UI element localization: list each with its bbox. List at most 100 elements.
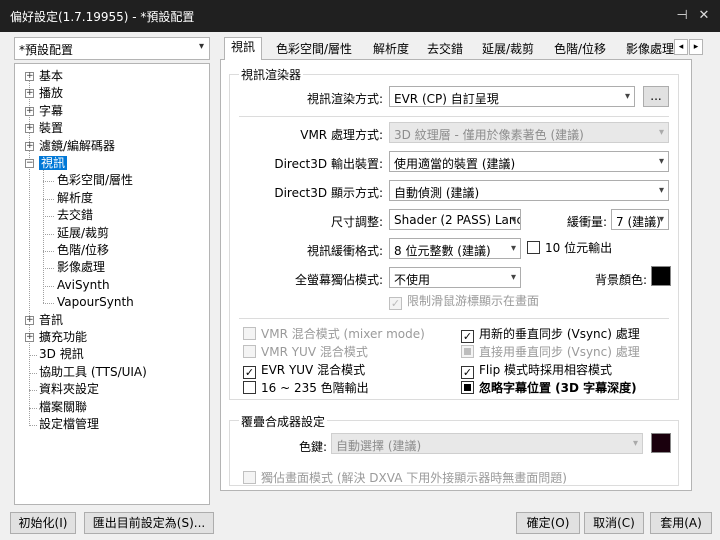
expand-icon[interactable]: + xyxy=(25,333,34,342)
tree-item[interactable]: AviSynth xyxy=(57,277,110,294)
checkbox-box: ✓ xyxy=(461,330,474,343)
vmr-yuv-mixer-checkbox: VMR YUV 混合模式 xyxy=(243,345,368,361)
levels-16-235-checkbox[interactable]: 16 ~ 235 色階輸出 xyxy=(243,381,369,397)
checkbox-box xyxy=(243,345,256,358)
apply-button[interactable]: 套用(A) xyxy=(650,512,712,534)
d3d-mode-select[interactable]: 自動偵測 (建議) ▾ xyxy=(389,180,669,201)
expand-icon[interactable]: + xyxy=(25,72,34,81)
tree-guide xyxy=(43,169,44,304)
tree-connector xyxy=(43,268,54,270)
tree-item[interactable]: 音訊 xyxy=(39,312,63,329)
tree-item[interactable]: 濾鏡/編解碼器 xyxy=(39,138,115,155)
expand-icon[interactable]: + xyxy=(25,315,34,325)
chevron-down-icon: ▾ xyxy=(658,156,664,167)
checkbox-box xyxy=(243,471,256,484)
reset-button[interactable]: 初始化(I) xyxy=(10,512,76,534)
tab-levels-shift[interactable]: 色階/位移 xyxy=(548,40,612,59)
chevron-down-icon: ▾ xyxy=(624,91,630,102)
tree-item[interactable]: 色階/位移 xyxy=(57,242,109,259)
overlay-group-title: 覆疊合成器設定 xyxy=(239,413,328,430)
tree-item-label: 濾鏡/編解碼器 xyxy=(39,138,116,153)
surface-format-select[interactable]: 8 位元整數 (建議) ▾ xyxy=(389,238,521,259)
tab-video[interactable]: 視訊 xyxy=(224,37,263,60)
window-title: 偏好設定(1.7.19955) - *預設配置 xyxy=(10,10,195,24)
tree-connector xyxy=(43,216,54,218)
new-vsync-checkbox[interactable]: ✓ 用新的垂直同步 (Vsync) 處理 xyxy=(461,327,640,343)
render-method-select[interactable]: EVR (CP) 自訂呈現 ▾ xyxy=(389,86,635,107)
tree-item[interactable]: 協助工具 (TTS/UIA) xyxy=(39,364,147,381)
tree-connector xyxy=(43,285,54,287)
tree-item[interactable]: 解析度 xyxy=(57,190,93,207)
d3d-mode-label: Direct3D 顯示方式: xyxy=(274,186,383,200)
preset-dropdown[interactable]: *預設配置 ▾ xyxy=(14,37,210,60)
tree-item[interactable]: 延展/裁剪 xyxy=(57,225,109,242)
tab-deinterlace[interactable]: 去交錯 xyxy=(421,40,469,59)
renderer-settings-button[interactable]: ... xyxy=(643,86,669,107)
tree-item-label: 3D 視訊 xyxy=(39,347,84,362)
export-settings-button[interactable]: 匯出目前設定為(S)... xyxy=(84,512,214,534)
tree-item-label: 檔案關聯 xyxy=(39,399,88,414)
tree-item[interactable]: VapourSynth xyxy=(57,294,134,311)
ignore-subtitle-position-checkbox[interactable]: 忽略字幕位置 (3D 字幕深度) xyxy=(461,381,637,397)
settings-tree[interactable]: 基本 + 播放 + 字幕 + 裝置 + 濾鏡/編解碼器 + 視訊 − 色彩空間/層性 解析度去交錯 延展/裁… xyxy=(14,63,210,505)
tree-item[interactable]: 播放 xyxy=(39,85,63,102)
tree-item[interactable]: 擴充功能 xyxy=(39,329,87,346)
tree-item-label: 解析度 xyxy=(57,190,94,205)
expand-icon[interactable]: + xyxy=(25,89,34,99)
flip-compat-checkbox[interactable]: ✓ Flip 模式時採用相容模式 xyxy=(461,363,612,379)
tree-item[interactable]: 視訊 xyxy=(39,155,68,172)
resize-select[interactable]: Shader (2 PASS) Lanczos▾ xyxy=(389,209,521,230)
tree-connector xyxy=(29,425,37,426)
tree-item-label: AviSynth xyxy=(57,277,110,292)
tree-connector xyxy=(43,198,54,200)
background-color-swatch[interactable] xyxy=(651,266,671,286)
exclusive-screen-checkbox: 獨佔畫面模式 (解決 DXVA 下用外接顯示器時無畫面問題) xyxy=(243,471,567,487)
tree-item[interactable]: 設定檔管理 xyxy=(39,416,99,433)
d3d-device-select[interactable]: 使用適當的裝置 (建議) ▾ xyxy=(389,151,669,172)
close-icon[interactable]: ✕ xyxy=(694,6,714,26)
tab-colorspace[interactable]: 色彩空間/層性 xyxy=(270,40,358,59)
tree-item[interactable]: 色彩空間/層性 xyxy=(57,172,133,189)
expand-icon[interactable]: + xyxy=(25,106,34,116)
tree-item-label: 色階/位移 xyxy=(57,243,110,257)
expand-icon[interactable]: + xyxy=(25,124,34,134)
tree-item[interactable]: 去交錯 xyxy=(57,207,93,224)
pin-icon[interactable]: ⊣ xyxy=(672,6,692,26)
separator xyxy=(239,318,669,319)
expand-icon[interactable]: + xyxy=(25,141,34,151)
color-key-swatch[interactable] xyxy=(651,433,671,453)
tree-connector xyxy=(29,407,37,409)
tree-connector xyxy=(29,372,37,374)
fullscreen-exclusive-select[interactable]: 不使用 ▾ xyxy=(389,267,521,288)
vmr-mode-select: 3D 紋理層 - 僅用於像素著色 (建議) ▾ xyxy=(389,122,669,143)
tab-resolution[interactable]: 解析度 xyxy=(367,40,415,59)
evr-yuv-mixer-checkbox[interactable]: ✓ EVR YUV 混合模式 xyxy=(243,363,365,379)
checkbox-box: ✓ xyxy=(389,297,402,310)
ten-bit-output-checkbox[interactable]: 10 位元輸出 xyxy=(527,241,612,257)
title-bar: 偏好設定(1.7.19955) - *預設配置 ⊣ ✕ xyxy=(0,0,720,32)
collapse-icon[interactable]: − xyxy=(25,159,34,168)
video-tab-panel: 視訊渲染器 視訊渲染方式: EVR (CP) 自訂呈現 ▾ ... VMR 處理方… xyxy=(220,59,692,491)
separator xyxy=(239,116,669,117)
tree-item[interactable]: 影像處理 xyxy=(57,259,105,276)
tree-item[interactable]: 字幕 xyxy=(39,103,63,120)
surface-format-label: 視訊緩衝格式: xyxy=(306,244,383,258)
tree-item[interactable]: 3D 視訊 xyxy=(39,346,84,363)
buffer-select[interactable]: 7 (建議) ▾ xyxy=(611,209,669,230)
direct-vsync-checkbox: 直接用垂直同步 (Vsync) 處理 xyxy=(461,345,640,361)
tree-item[interactable]: 裝置 xyxy=(39,120,63,137)
tab-scroll-left-icon[interactable]: ◂ xyxy=(674,39,688,55)
tree-item[interactable]: 基本 xyxy=(39,68,63,85)
cancel-button[interactable]: 取消(C) xyxy=(584,512,644,534)
ok-button[interactable]: 確定(O) xyxy=(516,512,580,534)
checkbox-box xyxy=(243,327,256,340)
tab-image-processing[interactable]: 影像處理 xyxy=(620,40,680,59)
tab-stretch-crop[interactable]: 延展/裁剪 xyxy=(476,40,540,59)
tree-item-label: 裝置 xyxy=(39,121,64,136)
tab-scroll-right-icon[interactable]: ▸ xyxy=(689,39,703,55)
tree-item-label: 視訊 xyxy=(39,156,68,170)
tree-connector xyxy=(29,390,37,392)
tree-item[interactable]: 檔案關聯 xyxy=(39,399,87,416)
tree-item[interactable]: 資料夾設定 xyxy=(39,381,99,398)
render-method-label: 視訊渲染方式: xyxy=(306,92,383,106)
